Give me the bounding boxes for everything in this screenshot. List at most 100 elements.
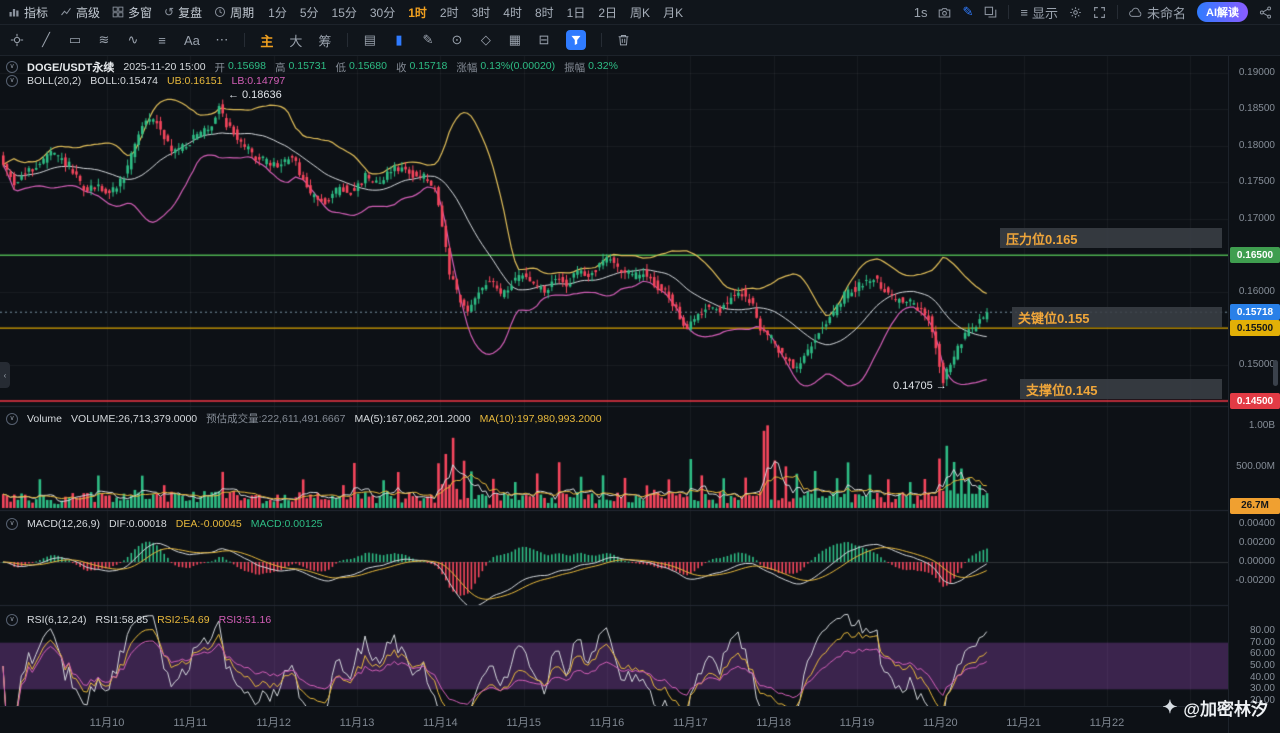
panel-collapse-handle[interactable]: ‹ [0, 362, 10, 388]
indicators-button[interactable]: 指标 [8, 4, 48, 21]
period-button[interactable]: 周期 [214, 4, 254, 21]
wave-tool[interactable]: ∿ [126, 32, 140, 48]
channel-tool[interactable]: ≋ [97, 32, 111, 48]
period-tab-5分[interactable]: 5分 [300, 4, 319, 21]
time-label: 11月15 [506, 717, 541, 729]
close-pair: 收 0.15718 [396, 60, 447, 75]
main-chart-tab[interactable]: 主 [260, 31, 274, 50]
annotate-tool[interactable]: ✎ [421, 32, 435, 48]
grid-style-tool[interactable]: ▦ [508, 32, 522, 48]
period-tab-15分[interactable]: 15分 [332, 4, 357, 21]
more-tools[interactable]: ⋯ [215, 32, 229, 48]
change-pair: 涨幅 0.13%(0.00020) [456, 60, 555, 75]
line-icon: ╱ [42, 32, 50, 47]
period-tab-周K[interactable]: 周K [630, 4, 650, 21]
display-button[interactable]: ≡ 显示 [1020, 3, 1058, 22]
period-tab-2时[interactable]: 2时 [440, 4, 459, 21]
multi-window-label: 多窗 [128, 5, 153, 20]
price-axis[interactable]: 0.19000 0.18500 0.18000 0.17500 0.17000 0.160… [1228, 56, 1280, 733]
period-tab-月K[interactable]: 月K [663, 4, 683, 21]
resistance-level-label[interactable]: 压力位0.165 [1000, 228, 1222, 248]
settings-button[interactable] [1069, 6, 1082, 19]
measure-icon: ⊟ [538, 32, 550, 47]
seconds-button[interactable]: 1s [914, 5, 928, 20]
boll-mid-value: BOLL:0.15474 [90, 75, 159, 87]
support-level-label[interactable]: 支撑位0.145 [1020, 379, 1222, 399]
axis-tick: 0.17500 [1238, 176, 1275, 188]
rectangle-icon: ▭ [68, 32, 82, 47]
expand-icon [1094, 6, 1105, 18]
watermark-text: @加密林汐 [1183, 700, 1268, 719]
share-button[interactable] [1259, 5, 1272, 19]
axis-tick: 0.16000 [1238, 285, 1275, 297]
collapse-rsi-icon[interactable]: ∨ [6, 614, 18, 626]
replay-icon: ↺ [164, 5, 175, 19]
period-tab-30分[interactable]: 30分 [370, 4, 395, 21]
collapse-volume-icon[interactable]: ∨ [6, 412, 18, 425]
crosshair-tool[interactable] [10, 33, 24, 47]
period-tab-1时[interactable]: 1时 [408, 4, 427, 21]
period-tab-1分[interactable]: 1分 [268, 4, 287, 21]
time-axis[interactable]: 11月10 11月11 11月12 11月13 11月14 11月15 11月16 11月17… [0, 706, 1228, 733]
resistance-price-badge: 0.16500 [1230, 247, 1280, 264]
amplitude-value: 0.32% [588, 59, 618, 72]
target-icon: ⊙ [451, 32, 463, 47]
period-tab-8时[interactable]: 8时 [535, 4, 554, 21]
low-label: 低 [335, 61, 346, 74]
peak-price-annotation: ← 0.18636 [228, 89, 282, 101]
axis-tick: 30.00 [1249, 683, 1275, 695]
draw-edit-button[interactable]: ✎ [962, 4, 973, 20]
layout-name-label: 未命名 [1146, 5, 1186, 21]
filter-tool-active[interactable] [565, 30, 586, 50]
macd-name[interactable]: MACD(12,26,9) [27, 518, 100, 530]
axis-tick: 500.00M [1236, 461, 1275, 472]
axis-tick: 80.00 [1249, 625, 1275, 636]
layout-name-button[interactable]: 未命名 [1129, 3, 1186, 22]
trendline-tool[interactable]: ╱ [39, 32, 53, 48]
replay-button[interactable]: ↺ 复盘 [164, 4, 202, 21]
pencil-icon: ✎ [962, 4, 974, 19]
period-tab-3时[interactable]: 3时 [472, 4, 491, 21]
collapse-symbol-icon[interactable]: ∨ [6, 61, 18, 73]
clock-icon [215, 7, 226, 17]
rectangle-tool[interactable]: ▭ [68, 32, 82, 48]
indicators-label: 指标 [24, 5, 49, 20]
rsi-name[interactable]: RSI(6,12,24) [27, 614, 87, 626]
fullscreen-button[interactable] [1093, 6, 1106, 19]
multi-window-button[interactable]: 多窗 [112, 4, 152, 21]
boll-lower-value: LB:0.14797 [231, 75, 286, 87]
overlay-tool-1[interactable]: ▤ [363, 32, 377, 48]
trend-icon [61, 7, 71, 16]
candle-style-tool[interactable]: ▮ [392, 32, 406, 48]
shape-tool[interactable]: ◇ [479, 32, 493, 48]
open-label: 开 [214, 61, 226, 74]
chip-distribution-tab[interactable]: 筹 [318, 31, 332, 50]
divider [600, 33, 602, 47]
time-label: 11月21 [1006, 717, 1041, 729]
large-chart-tab[interactable]: 大 [289, 31, 303, 50]
collapse-macd-icon[interactable]: ∨ [6, 518, 18, 530]
measure-tool[interactable]: ⊟ [537, 32, 551, 48]
ai-analysis-button[interactable]: AI解读 [1197, 2, 1248, 22]
amplitude-label: 振幅 [564, 61, 586, 74]
period-tab-1日[interactable]: 1日 [567, 4, 586, 21]
grid-icon [112, 6, 124, 18]
target-tool[interactable]: ⊙ [450, 32, 464, 48]
list-tool[interactable]: ≡ [155, 33, 169, 48]
volume-ma5: MA(5):167,062,201.2000 [354, 412, 471, 425]
scrollbar-thumb[interactable] [1273, 360, 1278, 386]
volume-legend-row: ∨ Volume VOLUME:26,713,379.0000 预估成交量:22… [6, 411, 602, 426]
advanced-button[interactable]: 高级 [60, 4, 100, 21]
compare-button[interactable] [984, 6, 997, 19]
boll-name[interactable]: BOLL(20,2) [27, 75, 81, 87]
axis-tick: 1.00B [1248, 420, 1275, 431]
collapse-boll-icon[interactable]: ∨ [6, 75, 18, 87]
screenshot-button[interactable] [938, 6, 951, 19]
delete-drawings-button[interactable] [617, 33, 631, 47]
symbol-name[interactable]: DOGE/USDT永续 [27, 59, 114, 75]
volume-name[interactable]: Volume [27, 413, 62, 425]
period-tab-4时[interactable]: 4时 [503, 4, 522, 21]
key-level-label[interactable]: 关键位0.155 [1012, 307, 1222, 327]
period-tab-2日[interactable]: 2日 [598, 4, 617, 21]
text-tool[interactable]: Aa [184, 33, 200, 48]
